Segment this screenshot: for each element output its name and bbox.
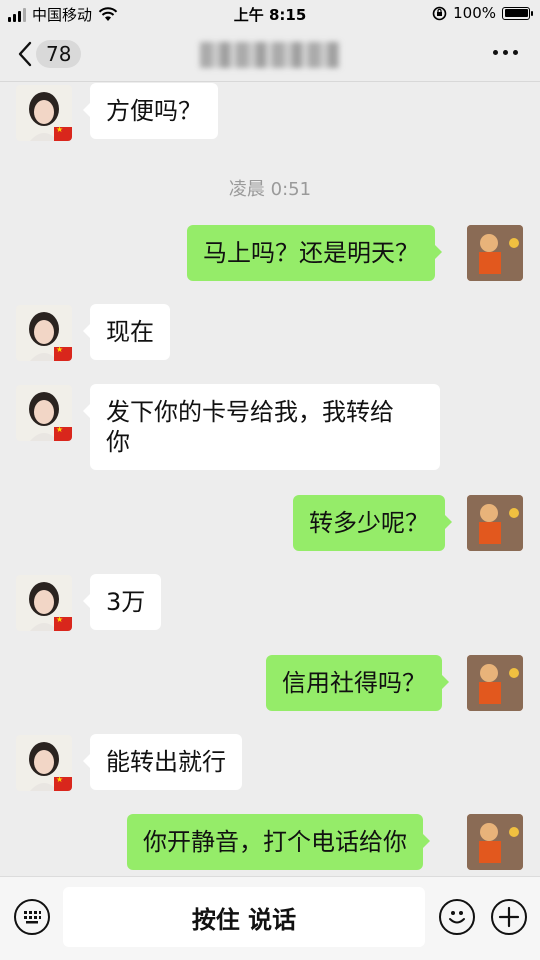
china-flag-icon: [54, 775, 72, 791]
china-flag-icon: [54, 345, 72, 361]
more-button[interactable]: [493, 44, 518, 61]
message-bubble-incoming[interactable]: 方便吗？: [83, 83, 218, 139]
message-bubble-incoming[interactable]: 发下你的卡号给我，我转给 你: [83, 384, 440, 470]
more-functions-button[interactable]: [491, 899, 527, 935]
input-bar: 按住 说话: [0, 876, 540, 960]
chevron-left-icon: [18, 41, 32, 67]
keyboard-toggle-button[interactable]: [14, 899, 50, 935]
status-bar: 中国移动 上午 8:15 100%: [0, 0, 540, 28]
self-avatar[interactable]: [467, 495, 523, 551]
self-photo-image: [467, 225, 523, 281]
contact-avatar[interactable]: [16, 85, 72, 141]
battery-percent: 100%: [453, 4, 496, 22]
self-photo-image: [467, 655, 523, 711]
china-flag-icon: [54, 125, 72, 141]
message-bubble-outgoing[interactable]: 马上吗？还是明天？: [187, 225, 442, 281]
emoji-button[interactable]: [439, 899, 475, 935]
back-button[interactable]: 78: [18, 40, 82, 68]
message-bubble-outgoing[interactable]: 你开静音，打个电话给你: [127, 814, 430, 870]
status-right: 100%: [432, 4, 533, 22]
plus-icon: [498, 906, 520, 928]
message-bubble-incoming[interactable]: 3万: [82, 574, 162, 630]
battery-icon: [502, 6, 533, 20]
chat-title-blurred: [200, 42, 340, 68]
china-flag-icon: [54, 615, 72, 631]
self-avatar[interactable]: [467, 814, 523, 870]
self-photo-image: [467, 814, 523, 870]
chat-header: 78: [0, 28, 540, 82]
message-timestamp: 凌晨 0:51: [228, 179, 312, 200]
orientation-lock-icon: [432, 6, 447, 20]
contact-avatar[interactable]: [16, 385, 72, 441]
message-bubble-incoming[interactable]: 能转出就行: [83, 734, 242, 790]
message-line: 你: [106, 428, 130, 456]
china-flag-icon: [54, 425, 72, 441]
dot: [513, 50, 518, 55]
dot: [493, 50, 498, 55]
contact-avatar[interactable]: [16, 305, 72, 361]
self-photo-image: [467, 495, 523, 551]
message-line: 发下你的卡号给我，我转给: [106, 398, 394, 426]
message-bubble-outgoing[interactable]: 转多少呢？: [293, 495, 452, 551]
keyboard-icon: [24, 911, 41, 924]
contact-avatar[interactable]: [16, 575, 72, 631]
self-avatar[interactable]: [467, 655, 523, 711]
contact-avatar[interactable]: [16, 735, 72, 791]
message-bubble-incoming[interactable]: 现在: [83, 304, 170, 360]
dot: [503, 50, 508, 55]
unread-count-badge: 78: [36, 40, 82, 68]
self-avatar[interactable]: [467, 225, 523, 281]
message-bubble-outgoing[interactable]: 信用社得吗？: [266, 655, 449, 711]
emoji-icon: [449, 911, 465, 924]
hold-to-talk-button[interactable]: 按住 说话: [63, 887, 425, 947]
